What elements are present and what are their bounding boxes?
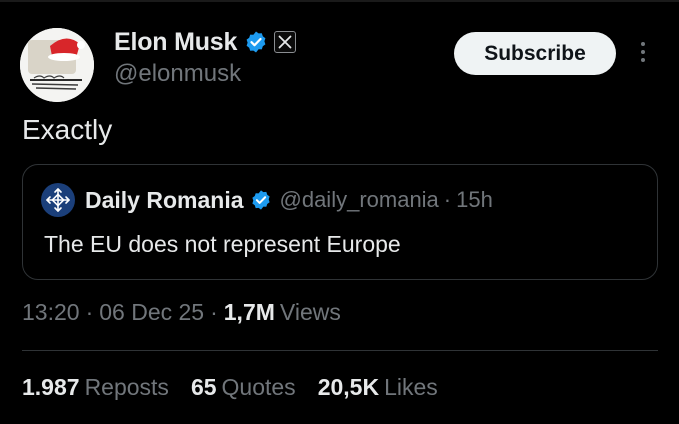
quoted-author-handle[interactable]: @daily_romania: [280, 187, 439, 213]
quoted-author-avatar[interactable]: [41, 183, 75, 217]
likes-stat[interactable]: 20,5K Likes: [318, 374, 438, 401]
author-handle[interactable]: @elonmusk: [114, 60, 296, 88]
quoted-author-name[interactable]: Daily Romania: [85, 187, 244, 214]
quoted-tweet-card[interactable]: Daily Romania @daily_romania · 15h The E…: [22, 164, 658, 280]
likes-label: Likes: [384, 374, 438, 400]
romania-emblem-icon: [46, 188, 70, 212]
author-avatar[interactable]: [20, 28, 94, 102]
views-count[interactable]: 1,7M: [224, 299, 275, 326]
quoted-verified-badge-icon: [250, 189, 272, 211]
views-label[interactable]: Views: [280, 299, 341, 326]
reposts-label: Reposts: [84, 374, 169, 400]
avatar-image: [20, 28, 94, 102]
quotes-stat[interactable]: 65 Quotes: [191, 374, 296, 401]
tweet-meta: 13:20 · 06 Dec 25 · 1,7M Views: [22, 296, 341, 328]
author-name[interactable]: Elon Musk: [114, 28, 237, 57]
quoted-tweet-text: The EU does not represent Europe: [44, 231, 401, 257]
author-info: Elon Musk @elonmusk: [114, 26, 297, 88]
stats-divider: [22, 350, 658, 351]
meta-separator: ·: [210, 298, 218, 325]
engagement-stats: 1.987 Reposts 65 Quotes 20,5K Likes: [22, 374, 460, 401]
more-options-icon[interactable]: [636, 38, 650, 70]
verified-badge-icon: [244, 30, 268, 54]
subscribe-button[interactable]: Subscribe: [454, 32, 616, 75]
quoted-tweet-header: Daily Romania @daily_romania · 15h: [41, 183, 493, 217]
tweet-time[interactable]: 13:20: [22, 299, 80, 326]
tweet-date[interactable]: 06 Dec 25: [99, 299, 204, 326]
x-affiliation-icon[interactable]: [274, 31, 297, 53]
author-name-row: Elon Musk: [114, 26, 297, 58]
quoted-timestamp[interactable]: 15h: [456, 187, 493, 213]
reposts-count: 1.987: [22, 374, 80, 400]
quotes-label: Quotes: [221, 374, 296, 400]
likes-count: 20,5K: [317, 374, 380, 400]
quotes-count: 65: [190, 374, 217, 400]
quoted-separator: ·: [443, 187, 452, 212]
reposts-stat[interactable]: 1.987 Reposts: [22, 374, 169, 401]
meta-separator: ·: [85, 298, 94, 325]
tweet-text: Exactly: [22, 114, 113, 145]
top-divider: [0, 0, 679, 2]
